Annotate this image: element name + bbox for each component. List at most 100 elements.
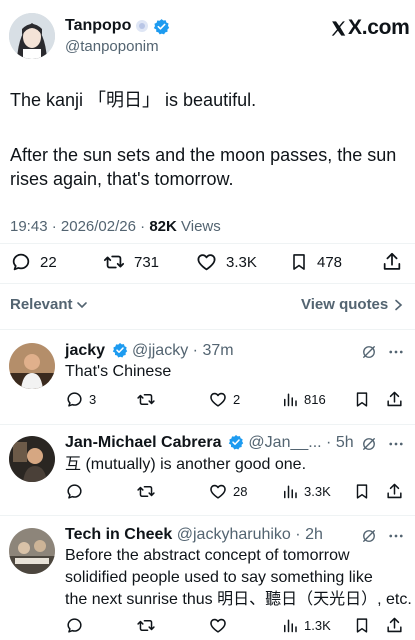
view-quotes-label: View quotes bbox=[301, 296, 389, 313]
views-button[interactable]: 816 bbox=[281, 390, 326, 409]
reply-author-name[interactable]: jacky bbox=[65, 342, 105, 359]
tweet-line-2: After the sun sets and the moon passes, … bbox=[10, 145, 397, 165]
reply-time[interactable]: 5h bbox=[336, 434, 354, 451]
bookmark-button[interactable]: 478 bbox=[289, 251, 342, 273]
like-button[interactable] bbox=[208, 616, 228, 635]
reply-author-name[interactable]: Tech in Cheek bbox=[65, 526, 172, 543]
heart-icon bbox=[208, 482, 228, 501]
reply-handle[interactable]: @jjacky bbox=[132, 342, 188, 359]
heart-icon bbox=[208, 616, 228, 635]
reply-header: Tech in Cheek @jackyharuhiko · 2h bbox=[65, 526, 323, 543]
reply-text-line-2: solidified people used to say something … bbox=[65, 569, 373, 586]
tweet-line-3: rises again, that's tomorrow. bbox=[10, 169, 234, 189]
share-button[interactable] bbox=[385, 482, 404, 501]
repost-button[interactable] bbox=[136, 482, 156, 501]
heart-icon bbox=[195, 251, 218, 273]
repost-count: 731 bbox=[134, 253, 160, 271]
views-count: 3.3K bbox=[304, 484, 331, 499]
share-icon bbox=[385, 390, 404, 409]
views-chart-icon bbox=[281, 616, 299, 635]
share-button[interactable] bbox=[385, 616, 404, 635]
reply-handle[interactable]: @jackyharuhiko bbox=[177, 526, 291, 543]
view-quotes-link[interactable]: View quotes bbox=[301, 296, 403, 313]
reply-author-name[interactable]: Jan-Michael Cabrera bbox=[65, 434, 222, 451]
like-count: 3.3K bbox=[226, 253, 257, 271]
views-button[interactable]: 1.3K bbox=[281, 616, 331, 635]
like-button[interactable]: 2 bbox=[208, 390, 240, 409]
reply-icon bbox=[65, 390, 84, 409]
avatar[interactable] bbox=[9, 436, 55, 482]
reply-time[interactable]: 37m bbox=[202, 342, 233, 359]
repost-icon bbox=[136, 482, 156, 501]
tweet-time[interactable]: 19:43 bbox=[10, 218, 48, 235]
reply-count: 22 bbox=[40, 253, 57, 271]
x-logo: X.com bbox=[330, 16, 410, 40]
views-chart-icon bbox=[281, 482, 299, 501]
sort-label: Relevant bbox=[10, 296, 73, 313]
grok-icon[interactable] bbox=[360, 343, 378, 361]
reply-time[interactable]: 2h bbox=[305, 526, 323, 543]
tweet-meta: 19:43 · 2026/02/26 · 82K Views bbox=[10, 218, 221, 235]
bookmark-button[interactable] bbox=[353, 616, 371, 635]
divider bbox=[0, 515, 415, 516]
bookmark-icon bbox=[289, 251, 309, 273]
reply-button[interactable]: 22 bbox=[10, 251, 57, 273]
repost-icon bbox=[136, 616, 156, 635]
tweet-date[interactable]: 2026/02/26 bbox=[61, 218, 136, 235]
reply-button[interactable] bbox=[65, 482, 84, 501]
reply-handle[interactable]: @Jan__... bbox=[248, 434, 321, 451]
grok-icon[interactable] bbox=[360, 435, 378, 453]
repost-button[interactable] bbox=[136, 390, 156, 409]
views-count: 816 bbox=[304, 392, 326, 407]
reply-icon bbox=[65, 616, 84, 635]
divider bbox=[0, 283, 415, 284]
reply-header: jacky @jjacky · 37m bbox=[65, 342, 234, 359]
reply-text: 互 (mutually) is another good one. bbox=[65, 456, 307, 473]
bookmark-icon bbox=[353, 390, 371, 409]
avatar-photo bbox=[9, 436, 55, 482]
sort-dropdown[interactable]: Relevant bbox=[10, 296, 88, 313]
verified-badge-icon bbox=[153, 18, 170, 35]
grok-icon[interactable] bbox=[360, 527, 378, 545]
bookmark-icon bbox=[353, 616, 371, 635]
repost-button[interactable]: 731 bbox=[102, 251, 159, 273]
reply-button[interactable] bbox=[65, 616, 84, 635]
more-icon[interactable] bbox=[387, 527, 405, 545]
verified-badge-icon bbox=[228, 434, 244, 450]
avatar[interactable] bbox=[9, 13, 55, 59]
views-label: Views bbox=[181, 218, 221, 235]
reply-text-line-3: the next sunrise thus 明日、聽日（天光日）, etc. bbox=[65, 591, 412, 608]
like-button[interactable]: 28 bbox=[208, 482, 247, 501]
avatar[interactable] bbox=[9, 343, 55, 389]
like-count: 28 bbox=[233, 484, 248, 499]
site-label: X.com bbox=[348, 16, 410, 39]
share-icon bbox=[385, 482, 404, 501]
handle[interactable]: @tanpoponim bbox=[65, 38, 159, 55]
chevron-down-icon bbox=[76, 299, 88, 311]
views-count: 82K bbox=[149, 218, 177, 235]
bookmark-button[interactable] bbox=[353, 482, 371, 501]
avatar-photo bbox=[9, 343, 55, 389]
more-icon[interactable] bbox=[387, 343, 405, 361]
bookmark-button[interactable] bbox=[353, 390, 371, 409]
more-icon[interactable] bbox=[387, 435, 405, 453]
avatar[interactable] bbox=[9, 528, 55, 574]
display-name[interactable]: Tanpopo bbox=[65, 17, 131, 35]
views-button[interactable]: 3.3K bbox=[281, 482, 331, 501]
reply-header: Jan-Michael Cabrera @Jan__... · 5h bbox=[65, 434, 354, 451]
like-count: 2 bbox=[233, 392, 241, 407]
avatar-illustration bbox=[9, 13, 55, 59]
views-chart-icon bbox=[281, 390, 299, 409]
verified-badge-icon bbox=[112, 342, 128, 358]
share-button[interactable] bbox=[381, 251, 403, 273]
repost-button[interactable] bbox=[136, 616, 156, 635]
reply-text: That's Chinese bbox=[65, 363, 172, 380]
repost-icon bbox=[136, 390, 156, 409]
reply-icon bbox=[65, 482, 84, 501]
share-button[interactable] bbox=[385, 390, 404, 409]
share-icon bbox=[385, 616, 404, 635]
reply-button[interactable]: 3 bbox=[65, 390, 96, 409]
divider bbox=[0, 329, 415, 330]
like-button[interactable]: 3.3K bbox=[195, 251, 257, 273]
bookmark-count: 478 bbox=[317, 253, 343, 271]
